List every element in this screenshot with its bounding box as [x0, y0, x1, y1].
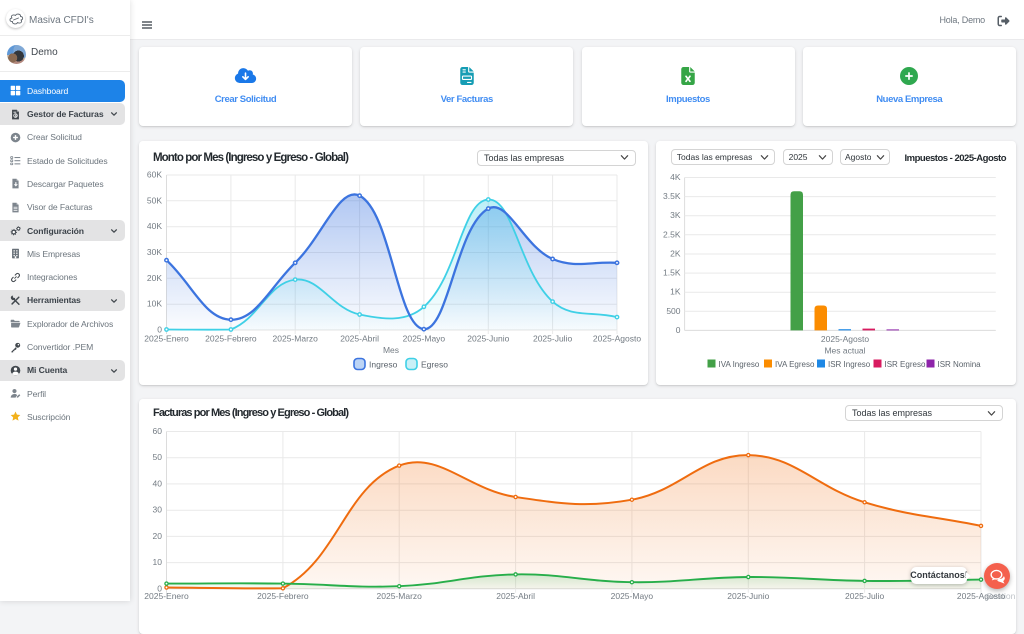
svg-text:0: 0 [676, 325, 681, 335]
svg-text:IVA Ingreso: IVA Ingreso [719, 360, 760, 369]
svg-text:2.5K: 2.5K [663, 229, 681, 239]
svg-text:500: 500 [666, 306, 680, 316]
svg-text:2025-Agosto: 2025-Agosto [593, 334, 641, 344]
svg-text:2025-Marzo: 2025-Marzo [377, 591, 423, 601]
svg-text:20K: 20K [147, 273, 162, 283]
svg-text:60K: 60K [147, 170, 162, 180]
svg-text:2025-Junio: 2025-Junio [727, 591, 769, 601]
svg-text:Mes: Mes [383, 345, 399, 355]
svg-text:2025-Agosto: 2025-Agosto [957, 591, 1005, 601]
svg-text:4K: 4K [670, 172, 681, 182]
svg-text:3.5K: 3.5K [663, 191, 681, 201]
svg-text:30: 30 [153, 505, 163, 515]
svg-text:Ingreso: Ingreso [369, 360, 398, 370]
svg-text:IVA Egreso: IVA Egreso [775, 360, 815, 369]
svg-text:40K: 40K [147, 221, 162, 231]
svg-text:2025-Enero: 2025-Enero [144, 334, 189, 344]
svg-text:50: 50 [153, 452, 163, 462]
svg-text:2025-Julio: 2025-Julio [845, 591, 884, 601]
svg-text:10: 10 [153, 557, 163, 567]
svg-text:2025-Julio: 2025-Julio [533, 334, 572, 344]
svg-text:50K: 50K [147, 195, 162, 205]
svg-text:2025-Febrero: 2025-Febrero [205, 334, 257, 344]
svg-text:2025-Marzo: 2025-Marzo [273, 334, 319, 344]
svg-text:2025-Junio: 2025-Junio [467, 334, 509, 344]
svg-text:40: 40 [153, 478, 163, 488]
svg-text:20: 20 [153, 531, 163, 541]
svg-text:60: 60 [153, 426, 163, 436]
svg-text:ISR Nomina: ISR Nomina [938, 360, 982, 369]
svg-text:ISR Egreso: ISR Egreso [885, 360, 926, 369]
svg-text:2025-Mayo: 2025-Mayo [611, 591, 654, 601]
svg-text:30K: 30K [147, 247, 162, 257]
svg-text:2025-Abril: 2025-Abril [340, 334, 379, 344]
svg-text:2025-Mayo: 2025-Mayo [403, 334, 446, 344]
svg-text:ISR Ingreso: ISR Ingreso [828, 360, 871, 369]
svg-text:2025-Febrero: 2025-Febrero [257, 591, 309, 601]
svg-text:2025-Agosto: 2025-Agosto [821, 334, 869, 344]
svg-text:3K: 3K [670, 210, 681, 220]
svg-text:1.5K: 1.5K [663, 268, 681, 278]
svg-text:Egreso: Egreso [421, 360, 448, 370]
svg-text:2025-Abril: 2025-Abril [496, 591, 535, 601]
svg-text:2K: 2K [670, 249, 681, 259]
svg-text:1K: 1K [670, 287, 681, 297]
svg-text:10K: 10K [147, 299, 162, 309]
svg-text:2025-Enero: 2025-Enero [144, 591, 189, 601]
svg-text:Mes actual: Mes actual [824, 346, 865, 356]
